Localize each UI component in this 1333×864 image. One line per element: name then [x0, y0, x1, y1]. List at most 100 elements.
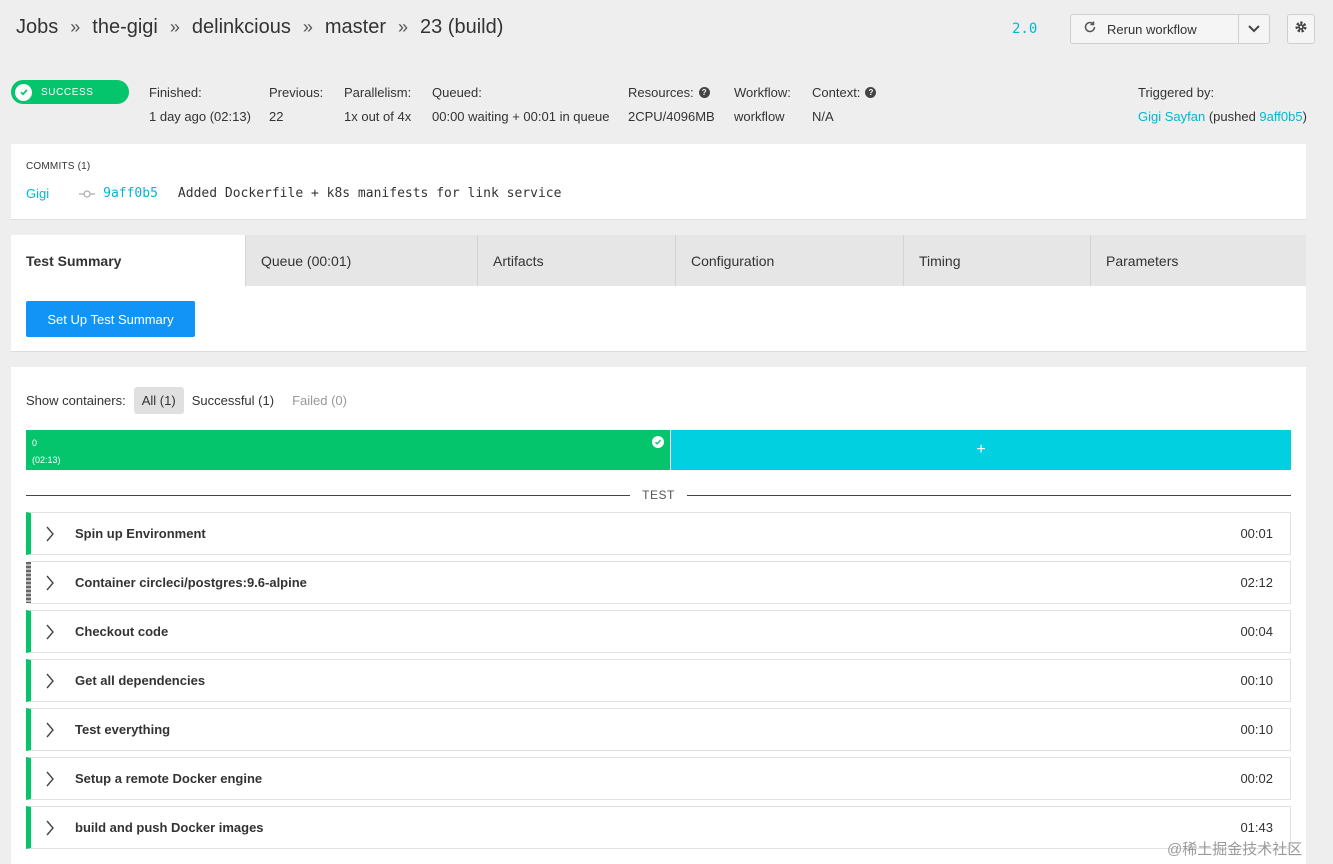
step-name: Get all dependencies	[75, 673, 206, 688]
meta-value: Gigi Sayfan (pushed 9aff0b5)	[1138, 109, 1307, 124]
meta-context: Context:? N/A	[812, 84, 877, 124]
help-icon[interactable]: ?	[865, 86, 877, 98]
rerun-options-dropdown[interactable]	[1239, 15, 1269, 43]
meta-value: 2CPU/4096MB	[628, 109, 715, 124]
parallelism-link[interactable]: 1x out of 4x	[344, 109, 411, 124]
meta-finished: Finished: 1 day ago (02:13)	[149, 84, 251, 125]
chevron-right-icon	[45, 820, 75, 836]
check-icon	[652, 436, 664, 448]
meta-label: Resources:?	[628, 84, 715, 100]
filter-failed[interactable]: Failed (0)	[284, 387, 355, 414]
section-divider: TEST	[26, 485, 1292, 505]
chevron-right-icon	[45, 575, 75, 591]
settings-button[interactable]	[1287, 14, 1315, 44]
meta-parallelism: Parallelism: 1x out of 4x	[344, 84, 412, 125]
tab-artifacts[interactable]: Artifacts	[477, 235, 675, 286]
step-duration: 00:10	[1240, 673, 1273, 688]
triggered-commit-link[interactable]: 9aff0b5	[1259, 109, 1302, 124]
workflow-link[interactable]: workflow	[734, 109, 791, 124]
step-row[interactable]: Setup a remote Docker engine 00:02	[26, 757, 1291, 800]
meta-label: Finished:	[149, 84, 202, 100]
commits-title: COMMITS (1)	[26, 161, 91, 172]
commit-hash-link[interactable]: 9aff0b5	[103, 186, 158, 201]
breadcrumb-separator: »	[397, 17, 408, 37]
container-bar: 0 (02:13) +	[26, 430, 1291, 470]
meta-resources: Resources:? 2CPU/4096MB	[628, 84, 715, 125]
meta-queued: Queued: 00:00 waiting + 00:01 in queue	[432, 84, 610, 125]
status-label: SUCCESS	[41, 86, 94, 98]
commits-panel: COMMITS (1) Gigi 9aff0b5 Added Dockerfil…	[11, 144, 1306, 220]
meta-label: Previous:	[269, 84, 324, 100]
chevron-down-icon	[1248, 20, 1260, 38]
previous-build-link[interactable]: 22	[269, 109, 323, 124]
step-row[interactable]: build and push Docker images 01:43	[26, 806, 1291, 849]
step-row[interactable]: Test everything 00:10	[26, 708, 1291, 751]
step-row[interactable]: Get all dependencies 00:10	[26, 659, 1291, 702]
tab-queue[interactable]: Queue (00:01)	[245, 235, 477, 286]
container-filter: Show containers: All (1) Successful (1) …	[26, 385, 355, 415]
breadcrumb: Jobs » the-gigi » delinkcious » master »…	[16, 16, 503, 39]
meta-label: Parallelism:	[344, 84, 412, 100]
tab-test-summary[interactable]: Test Summary	[11, 235, 245, 286]
step-duration: 02:12	[1240, 575, 1273, 590]
rerun-workflow-button[interactable]: Rerun workflow	[1071, 15, 1240, 43]
meta-triggered: Triggered by: Gigi Sayfan (pushed 9aff0b…	[1138, 84, 1307, 125]
config-version[interactable]: 2.0	[1012, 21, 1037, 37]
breadcrumb-separator: »	[302, 17, 313, 37]
commit-message: Added Dockerfile + k8s manifests for lin…	[177, 186, 562, 201]
tab-timing[interactable]: Timing	[903, 235, 1090, 286]
breadcrumb-org[interactable]: the-gigi	[92, 16, 158, 39]
meta-label: Queued:	[432, 84, 482, 100]
gear-icon	[1294, 20, 1308, 39]
rerun-workflow-control: Rerun workflow	[1070, 14, 1270, 44]
meta-workflow: Workflow: workflow	[734, 84, 791, 125]
breadcrumb-build: 23 (build)	[420, 16, 504, 38]
divider-line	[26, 494, 631, 496]
step-name: Test everything	[75, 722, 171, 737]
step-row[interactable]: Spin up Environment 00:01	[26, 512, 1291, 555]
meta-label: Context:?	[812, 84, 877, 100]
container-time: (02:13)	[32, 455, 61, 465]
step-name: Container circleci/postgres:9.6-alpine	[75, 575, 307, 590]
setup-test-summary-button[interactable]: Set Up Test Summary	[26, 301, 195, 337]
chevron-right-icon	[45, 624, 75, 640]
step-duration: 00:02	[1240, 771, 1273, 786]
context-link[interactable]: N/A	[812, 109, 876, 124]
container-0[interactable]: 0 (02:13)	[26, 430, 670, 470]
commit-icon	[79, 189, 96, 199]
refresh-icon	[1083, 20, 1097, 38]
breadcrumb-project[interactable]: delinkcious	[192, 16, 291, 39]
step-duration: 01:43	[1240, 820, 1273, 835]
triggered-user-link[interactable]: Gigi Sayfan	[1138, 109, 1205, 124]
meta-previous: Previous: 22	[269, 84, 324, 125]
step-duration: 00:10	[1240, 722, 1273, 737]
filter-successful[interactable]: Successful (1)	[184, 387, 282, 414]
chevron-right-icon	[45, 526, 75, 542]
breadcrumb-separator: »	[70, 17, 81, 37]
breadcrumb-jobs[interactable]: Jobs	[16, 16, 58, 39]
containers-panel: Show containers: All (1) Successful (1) …	[11, 367, 1306, 864]
meta-value: 00:00 waiting + 00:01 in queue	[432, 109, 610, 124]
step-row[interactable]: Checkout code 00:04	[26, 610, 1291, 653]
tab-parameters[interactable]: Parameters	[1090, 235, 1306, 286]
step-name: build and push Docker images	[75, 820, 264, 835]
step-name: Setup a remote Docker engine	[75, 771, 263, 786]
step-row[interactable]: Container circleci/postgres:9.6-alpine 0…	[26, 561, 1291, 604]
step-name: Checkout code	[75, 624, 169, 639]
build-meta: SUCCESS Finished: 1 day ago (02:13) Prev…	[0, 66, 1333, 138]
meta-label: Triggered by:	[1138, 84, 1215, 100]
chevron-right-icon	[45, 722, 75, 738]
breadcrumb-branch[interactable]: master	[325, 16, 386, 39]
breadcrumb-separator: »	[169, 17, 180, 37]
commit-author-link[interactable]: Gigi	[26, 186, 49, 201]
add-container-button[interactable]: +	[670, 430, 1291, 470]
tabs-panel: Test Summary Queue (00:01) Artifacts Con…	[11, 235, 1306, 352]
chevron-right-icon	[45, 673, 75, 689]
chevron-right-icon	[45, 771, 75, 787]
filter-all[interactable]: All (1)	[133, 386, 184, 414]
watermark: @稀土掘金技术社区	[1167, 841, 1303, 858]
check-icon	[15, 83, 32, 101]
step-name: Spin up Environment	[75, 526, 206, 541]
tab-configuration[interactable]: Configuration	[675, 235, 903, 286]
help-icon[interactable]: ?	[698, 86, 710, 98]
